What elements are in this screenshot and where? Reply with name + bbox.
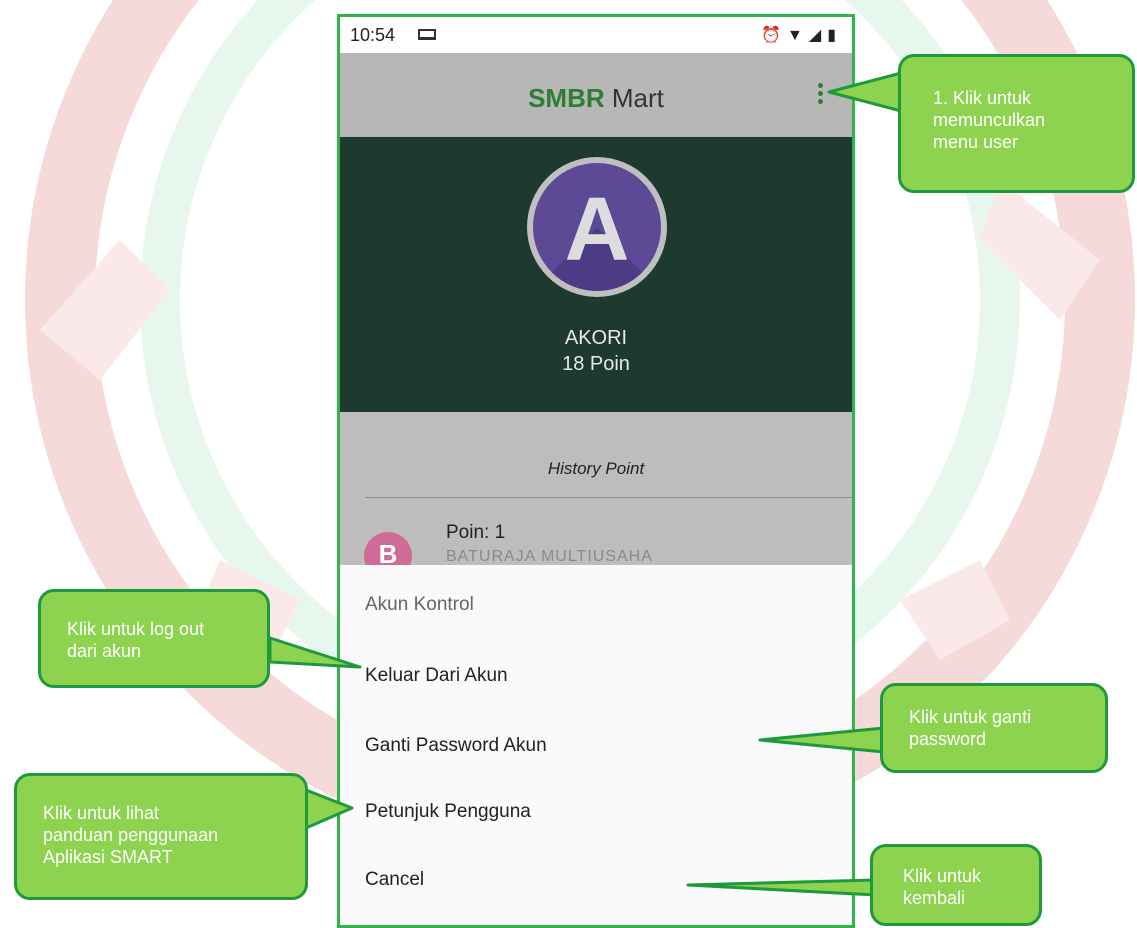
battery-icon: ▮ <box>827 27 842 44</box>
callout-text: Klik untuk lihat <box>43 803 160 823</box>
callout-text: panduan penggunaan <box>43 825 219 845</box>
profile-header: A AKORI 18 Poin <box>340 137 852 412</box>
history-item-subtitle: BATURAJA MULTIUSAHA <box>446 548 653 565</box>
callout-text: Klik untuk ganti <box>909 707 1032 727</box>
history-item-title: Poin: 1 <box>446 522 506 543</box>
profile-name: AKORI <box>564 327 628 349</box>
signal-icon: ◢ <box>808 27 828 44</box>
list-item[interactable]: B Poin: 1 BATURAJA MULTIUSAHA <box>340 512 852 580</box>
callout-text: kembali <box>903 888 966 908</box>
callout-text: Klik untuk <box>903 866 982 886</box>
overflow-menu-icon[interactable] <box>814 83 826 111</box>
status-bar: 10:54 ⏰▼◢▮ <box>340 17 852 53</box>
sheet-title: Akun Kontrol <box>365 594 474 615</box>
callout-text: password <box>909 729 987 749</box>
divider <box>365 497 852 498</box>
logout-option[interactable]: Keluar Dari Akun <box>365 665 508 687</box>
status-time: 10:54 <box>350 25 396 45</box>
callout-logout: Klik untuk log out dari akun <box>38 589 270 688</box>
profile-points: 18 Poin <box>562 353 630 375</box>
change-password-option[interactable]: Ganti Password Akun <box>365 735 547 757</box>
callout-text: 1. Klik untuk <box>933 88 1032 108</box>
laptop-icon <box>418 29 436 40</box>
app-title: SMBR Mart <box>340 83 852 114</box>
phone-screen: 10:54 ⏰▼◢▮ SMBR Mart A AKORI 18 Poin His… <box>337 14 855 928</box>
status-icons: ⏰▼◢▮ <box>761 25 842 45</box>
cancel-option[interactable]: Cancel <box>365 869 424 891</box>
callout-text: Aplikasi SMART <box>43 847 173 867</box>
wifi-icon: ▼ <box>787 27 809 44</box>
callout-menu: 1. Klik untuk memunculkan menu user <box>898 54 1135 193</box>
bottom-sheet: Akun Kontrol Keluar Dari Akun Ganti Pass… <box>340 565 852 925</box>
callout-text: menu user <box>933 132 1019 152</box>
avatar-letter: A <box>564 180 630 280</box>
callout-back: Klik untuk kembali <box>870 844 1042 926</box>
app-title-rest: Mart <box>604 83 664 113</box>
callout-password: Klik untuk ganti password <box>880 683 1108 773</box>
callout-text: Klik untuk log out <box>67 619 205 639</box>
callout-text: dari akun <box>67 641 142 661</box>
callout-guide: Klik untuk lihat panduan penggunaan Apli… <box>14 773 308 900</box>
app-bar: SMBR Mart <box>340 53 852 137</box>
app-title-brand: SMBR <box>528 83 605 113</box>
history-title: History Point <box>547 459 645 478</box>
avatar: A <box>527 157 667 297</box>
callout-text: memunculkan <box>933 110 1046 130</box>
alarm-icon: ⏰ <box>761 27 788 44</box>
user-guide-option[interactable]: Petunjuk Pengguna <box>365 801 531 823</box>
